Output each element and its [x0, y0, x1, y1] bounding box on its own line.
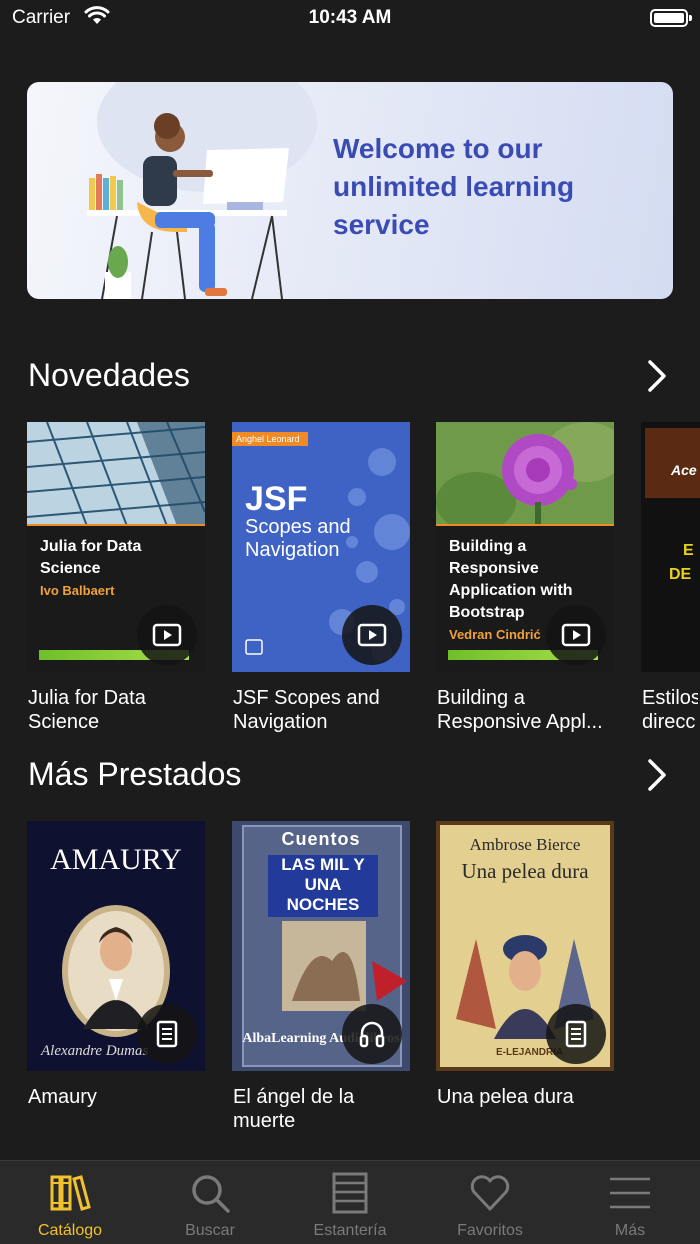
tab-mas[interactable]: Más — [560, 1161, 700, 1244]
book-cover: Cuentos LAS MIL Y UNA NOCHES AlbaLearnin… — [232, 821, 410, 1071]
book-cover: Ambrose Bierce Una pelea dura E-LEJANDRI… — [436, 821, 614, 1071]
video-badge — [137, 605, 197, 665]
tab-label: Estantería — [313, 1222, 387, 1239]
tab-label: Más — [614, 1222, 646, 1239]
battery-icon — [650, 9, 692, 27]
cover-title: AMAURY — [50, 843, 182, 876]
clock: 10:43 AM — [308, 7, 392, 28]
cover-title: Una pelea dura — [461, 859, 589, 883]
book-card[interactable]: Ace E DE Estilos direcc — [641, 422, 700, 742]
welcome-banner[interactable]: Welcome to our unlimited learning servic… — [27, 82, 673, 299]
document-badge — [546, 1004, 606, 1064]
section-title-novedades: Novedades — [28, 357, 190, 393]
cover-author: Anghel Leonard — [236, 434, 300, 444]
chevron-right-icon[interactable] — [640, 755, 674, 795]
document-icon — [156, 1020, 178, 1048]
document-badge — [137, 1004, 197, 1064]
cover-title: Julia for Data Science Ivo Balbaert — [40, 538, 142, 598]
audio-badge — [342, 1004, 402, 1064]
book-cover: Ace E DE — [641, 422, 700, 672]
tab-catalogo[interactable]: Catálogo — [0, 1161, 140, 1244]
video-badge — [342, 605, 402, 665]
heart-icon — [470, 1175, 510, 1211]
book-cover: Building a Responsive Application with B… — [436, 422, 614, 672]
book-title: El ángel de la muerte — [233, 1086, 355, 1132]
cover-author: Ambrose Bierce — [469, 835, 581, 854]
menu-icon — [610, 1177, 650, 1209]
book-cover: Anghel Leonard JSF Scopes and Navigation — [232, 422, 410, 672]
book-cover: Julia for Data Science Ivo Balbaert — [27, 422, 205, 672]
book-cover: AMAURY Alexandre Dumas — [27, 821, 205, 1071]
tab-estanteria[interactable]: Estantería — [280, 1161, 420, 1244]
play-icon — [357, 623, 387, 647]
book-title: Julia for Data Science — [28, 687, 146, 733]
cover-subtitle: Scopes and Navigation — [245, 516, 351, 561]
status-bar: Carrier 10:43 AM — [0, 0, 700, 40]
tab-label: Favoritos — [457, 1222, 523, 1239]
tab-bar: Catálogo Buscar Estantería Favoritos Más — [0, 1160, 700, 1244]
cover-author: Alexandre Dumas — [41, 1043, 149, 1059]
document-icon — [565, 1020, 587, 1048]
play-icon — [152, 623, 182, 647]
tab-label: Catálogo — [37, 1222, 103, 1239]
book-title: Building a Responsive Appl... — [437, 687, 603, 733]
mas-prestados-shelf: AMAURY Alexandre Dumas Amaury Cuentos LA… — [27, 821, 700, 1141]
book-title: Amaury — [28, 1086, 97, 1108]
play-icon — [561, 623, 591, 647]
books-icon — [50, 1175, 91, 1211]
book-title: JSF Scopes and Navigation — [233, 687, 380, 733]
novedades-shelf: Julia for Data Science Ivo Balbaert Juli… — [27, 422, 700, 742]
search-icon — [192, 1175, 230, 1213]
person-at-desk-illustration — [87, 82, 317, 299]
tab-buscar[interactable]: Buscar — [140, 1161, 280, 1244]
shelf-icon — [332, 1172, 368, 1214]
cover-top-text: Cuentos — [281, 829, 361, 849]
banner-headline: Welcome to our unlimited learning servic… — [333, 133, 575, 240]
cover-title: LAS MIL Y UNA NOCHES — [281, 855, 365, 914]
chevron-right-icon[interactable] — [640, 356, 674, 396]
section-title-mas-prestados: Más Prestados — [28, 756, 242, 792]
tab-label: Buscar — [185, 1222, 235, 1239]
book-title: Una pelea dura — [437, 1086, 574, 1108]
headphones-icon — [359, 1021, 385, 1048]
tab-favoritos[interactable]: Favoritos — [420, 1161, 560, 1244]
book-title: Estilos direcc — [642, 687, 698, 733]
cover-title: JSF — [245, 480, 308, 518]
video-badge — [546, 605, 606, 665]
